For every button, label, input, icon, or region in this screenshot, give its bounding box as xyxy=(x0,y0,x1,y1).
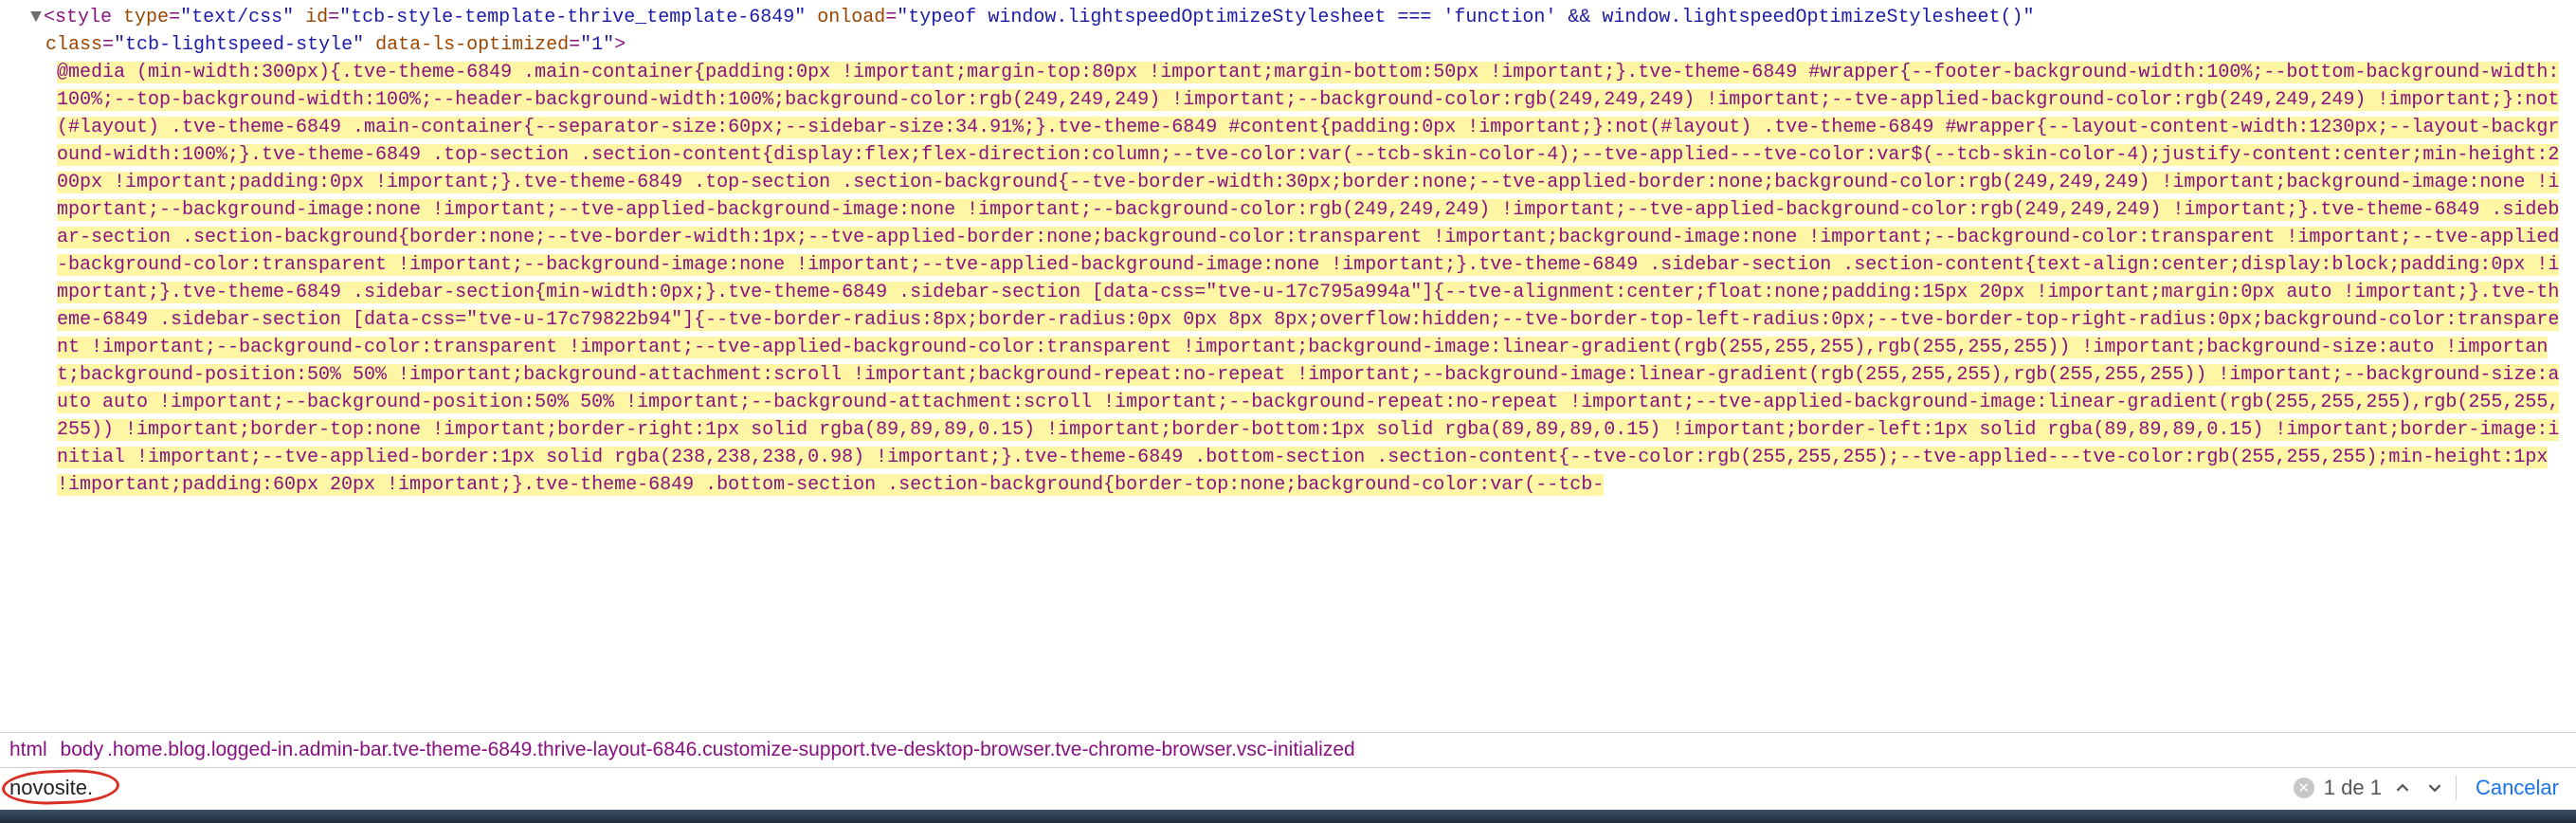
dom-tree-panel: ▼<style type="text/css" id="tcb-style-te… xyxy=(0,0,2576,732)
attr-onload-value: "typeof window.lightspeedOptimizeStylesh… xyxy=(897,7,2034,28)
prev-match-button[interactable] xyxy=(2391,777,2414,799)
attr-class-name: class xyxy=(45,34,102,56)
breadcrumb-body-classes[interactable]: .home.blog.logged-in.admin-bar.tve-theme… xyxy=(107,739,1355,761)
search-divider xyxy=(2456,776,2457,800)
attr-onload-name: onload xyxy=(817,7,885,28)
tag-open-bracket: < xyxy=(44,7,55,28)
attr-type-name: type xyxy=(123,7,169,28)
breadcrumb-bar[interactable]: html body.home.blog.logged-in.admin-bar.… xyxy=(0,732,2576,767)
element-open-tag-line-2[interactable]: class="tcb-lightspeed-style" data-ls-opt… xyxy=(0,31,2576,59)
style-text-content[interactable]: @media (min-width:300px){.tve-theme-6849… xyxy=(0,59,2576,499)
breadcrumb-body-tag[interactable]: body xyxy=(61,739,104,761)
tag-close-bracket: > xyxy=(614,34,626,56)
chevron-down-icon xyxy=(2428,781,2441,795)
element-open-tag-line[interactable]: ▼<style type="text/css" id="tcb-style-te… xyxy=(0,4,2576,31)
attr-type-value: "text/css" xyxy=(180,7,294,28)
clear-search-icon[interactable]: ✕ xyxy=(2294,777,2314,798)
css-rules-text: @media (min-width:300px){.tve-theme-6849… xyxy=(57,62,2559,496)
next-match-button[interactable] xyxy=(2423,777,2446,799)
window-bottom-edge xyxy=(0,810,2576,823)
attr-datals-name: data-ls-optimized xyxy=(375,34,569,56)
attr-class-value: "tcb-lightspeed-style" xyxy=(114,34,364,56)
search-bar: ✕ 1 de 1 Cancelar xyxy=(0,767,2576,810)
attr-datals-value: "1" xyxy=(580,34,614,56)
expand-triangle-icon[interactable]: ▼ xyxy=(30,4,44,31)
chevron-up-icon xyxy=(2396,781,2409,795)
search-match-count: 1 de 1 xyxy=(2324,776,2382,800)
tag-name: style xyxy=(55,7,112,28)
attr-id-value: "tcb-style-template-thrive_template-6849… xyxy=(339,7,806,28)
breadcrumb-html[interactable]: html xyxy=(9,739,47,761)
breadcrumb-separator xyxy=(51,739,57,761)
cancel-search-button[interactable]: Cancelar xyxy=(2466,776,2568,800)
attr-id-name: id xyxy=(305,7,328,28)
search-input[interactable] xyxy=(8,772,2284,804)
